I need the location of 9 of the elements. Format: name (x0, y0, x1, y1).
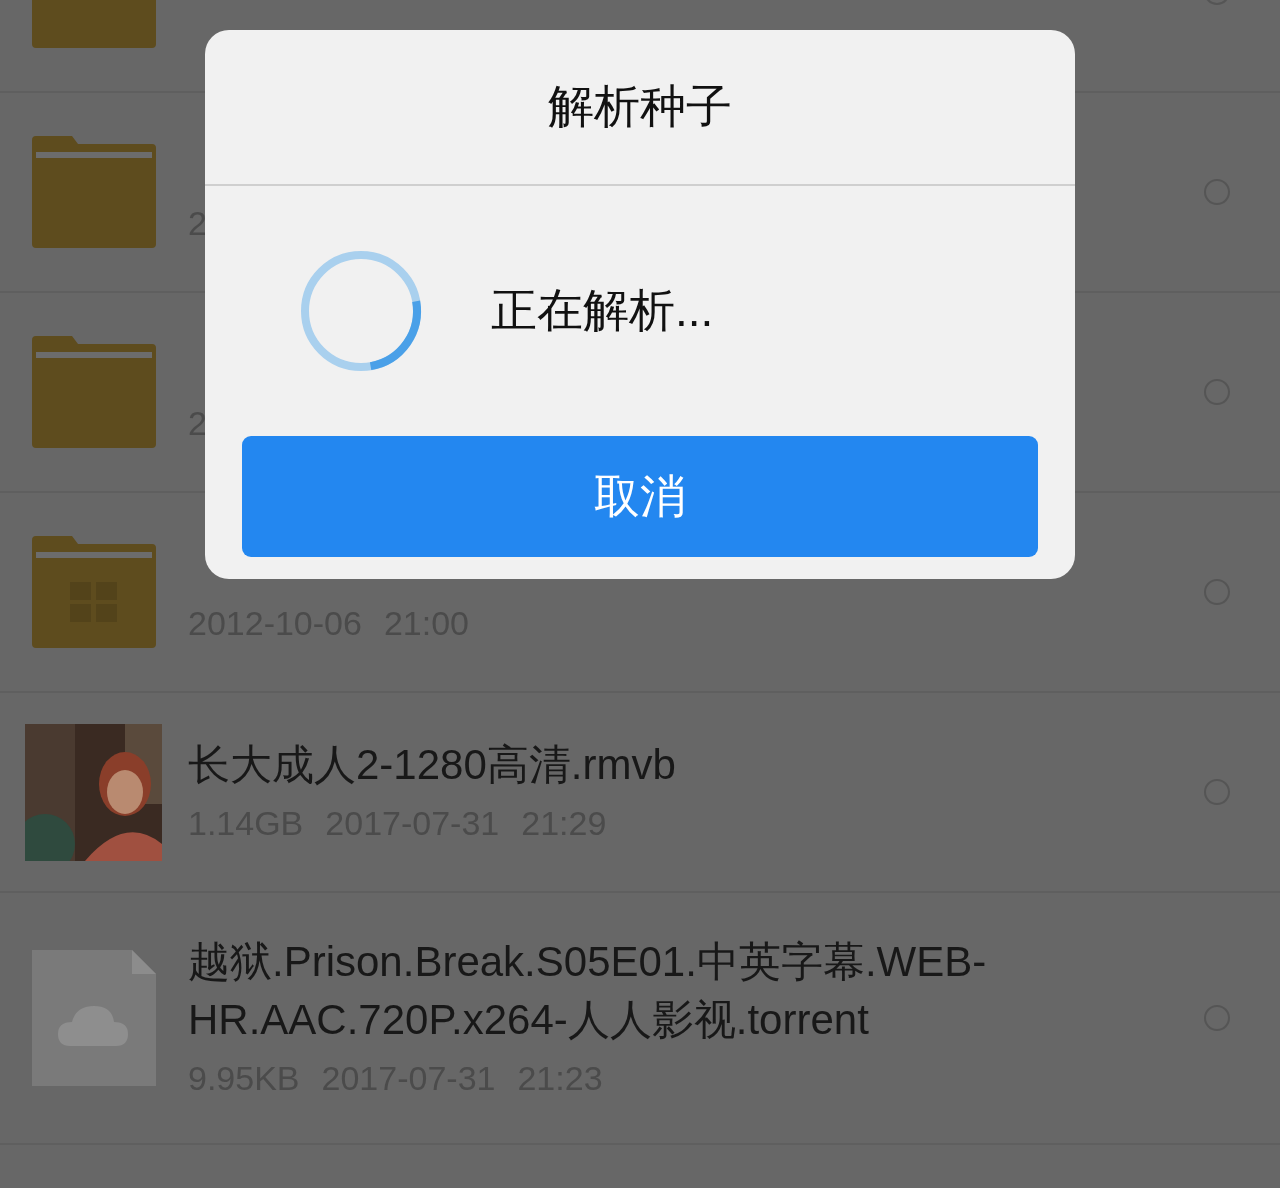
loading-message: 正在解析... (491, 283, 714, 338)
file-name: 越狱.Prison.Break.S05E01.中英字幕.WEB-HR.AAC.720P.x264-人人影视.torrent (188, 937, 988, 1045)
file-name: 长大成人2-1280高清.rmvb (188, 740, 677, 790)
app-folder-icon (31, 536, 156, 648)
folder-icon (31, 336, 156, 448)
cloud-file-icon (31, 950, 156, 1086)
cancel-button[interactable]: 取消 (242, 436, 1038, 557)
folder-icon (31, 136, 156, 248)
dialog-title: 解析种子 (548, 79, 732, 134)
